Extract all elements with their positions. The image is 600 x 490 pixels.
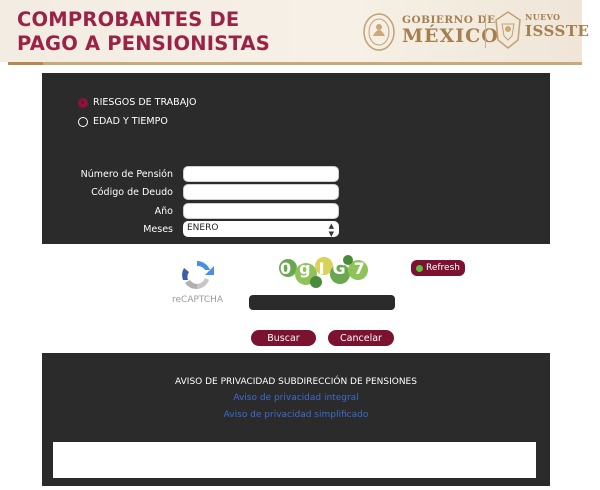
privacy-simplificado-link[interactable]: Aviso de privacidad simplificado	[42, 410, 550, 420]
issste-name-label: ISSSTE	[525, 22, 590, 40]
privacy-title: AVISO DE PRIVACIDAD SUBDIRECCIÓN DE PENS…	[175, 377, 417, 387]
page-title-line1: COMPROBANTES DE	[17, 8, 240, 31]
anio-label: Año	[154, 206, 173, 217]
refresh-icon	[416, 264, 423, 272]
radio-unchecked-icon[interactable]	[78, 116, 88, 127]
numero-pension-label: Número de Pensión	[80, 169, 173, 180]
meses-selected-value: ENERO	[187, 223, 219, 233]
radio-riesgos-trabajo[interactable]: RIESGOS DE TRABAJO	[78, 97, 196, 108]
captcha-image: 0gIG7	[279, 255, 372, 288]
page-title-line2: PAGO A PENSIONISTAS	[17, 32, 270, 55]
recaptcha-label: reCAPTCHA	[172, 295, 224, 305]
radio-riesgos-label: RIESGOS DE TRABAJO	[93, 97, 197, 108]
meses-select[interactable]: ENERO ▲ ▼	[183, 221, 339, 238]
header-divider	[8, 62, 582, 65]
issste-logo: NUEVO ISSSTE	[494, 10, 589, 54]
privacy-panel: AVISO DE PRIVACIDAD SUBDIRECCIÓN DE PENS…	[42, 353, 550, 486]
meses-label: Meses	[143, 224, 173, 235]
chevron-down-icon: ▲ ▼	[328, 222, 334, 238]
radio-checked-icon[interactable]	[78, 97, 88, 108]
cancelar-button[interactable]: Cancelar	[328, 330, 394, 346]
privacy-integral-link[interactable]: Aviso de privacidad integral	[42, 393, 550, 403]
footer-content-box	[53, 442, 536, 478]
issste-emblem-icon	[495, 11, 521, 49]
refresh-label: Refresh	[426, 263, 460, 273]
captcha-refresh-button[interactable]: Refresh	[411, 260, 465, 276]
captcha-input[interactable]	[249, 295, 395, 310]
page: COMPROBANTES DE PAGO A PENSIONISTAS GOBI…	[0, 0, 600, 490]
header-banner: COMPROBANTES DE PAGO A PENSIONISTAS GOBI…	[0, 0, 589, 62]
numero-pension-input[interactable]	[183, 166, 339, 182]
mexico-seal-icon	[363, 13, 395, 51]
buscar-button[interactable]: Buscar	[251, 330, 316, 346]
logo-divider	[485, 14, 486, 48]
recaptcha-icon	[182, 261, 214, 290]
issste-nuevo-label: NUEVO	[525, 12, 561, 22]
search-form-panel: RIESGOS DE TRABAJO EDAD Y TIEMPO Número …	[42, 73, 550, 244]
captcha-text: 0gIG7	[280, 259, 372, 278]
radio-edad-tiempo[interactable]: EDAD Y TIEMPO	[78, 116, 168, 127]
codigo-deudo-input[interactable]	[183, 184, 339, 200]
gobierno-mexico-logo: GOBIERNO DE MÉXICO	[362, 10, 498, 54]
anio-input[interactable]	[183, 203, 339, 219]
page-title: COMPROBANTES DE PAGO A PENSIONISTAS	[17, 8, 270, 56]
radio-edad-label: EDAD Y TIEMPO	[93, 116, 168, 127]
codigo-deudo-label: Código de Deudo	[91, 187, 173, 198]
